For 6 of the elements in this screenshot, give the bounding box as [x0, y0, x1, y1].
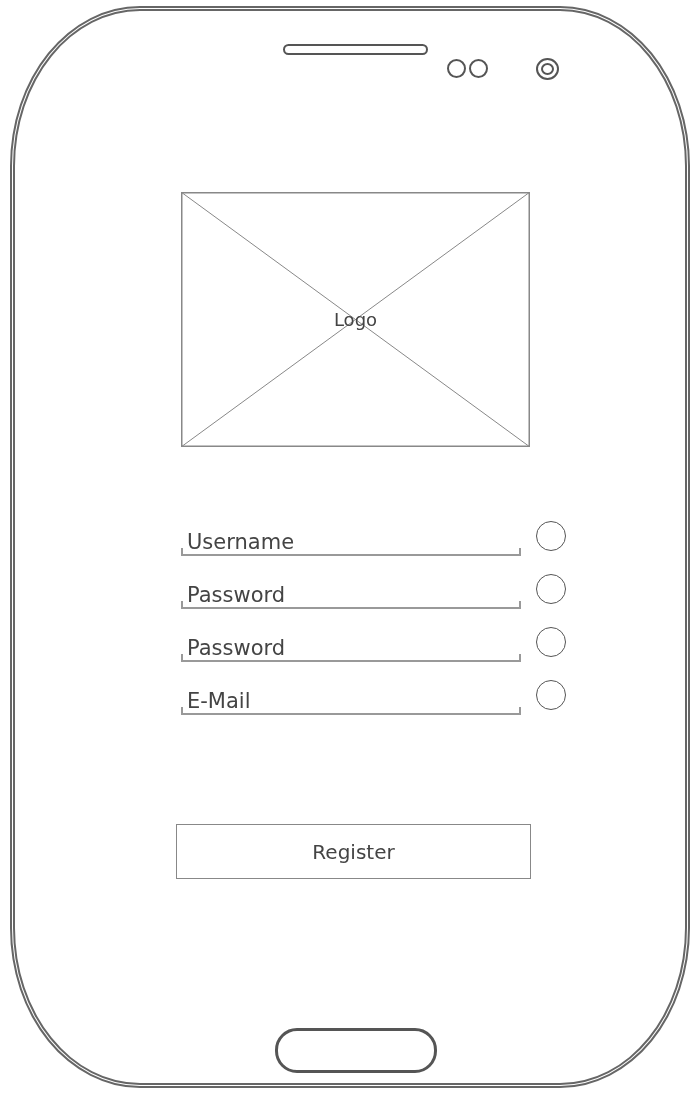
- speaker-icon: [283, 44, 428, 55]
- logo-label: Logo: [333, 309, 378, 330]
- register-button[interactable]: Register: [176, 824, 531, 879]
- home-button[interactable]: [275, 1028, 437, 1073]
- sensor-icon: [447, 59, 488, 78]
- camera-icon: [536, 58, 559, 80]
